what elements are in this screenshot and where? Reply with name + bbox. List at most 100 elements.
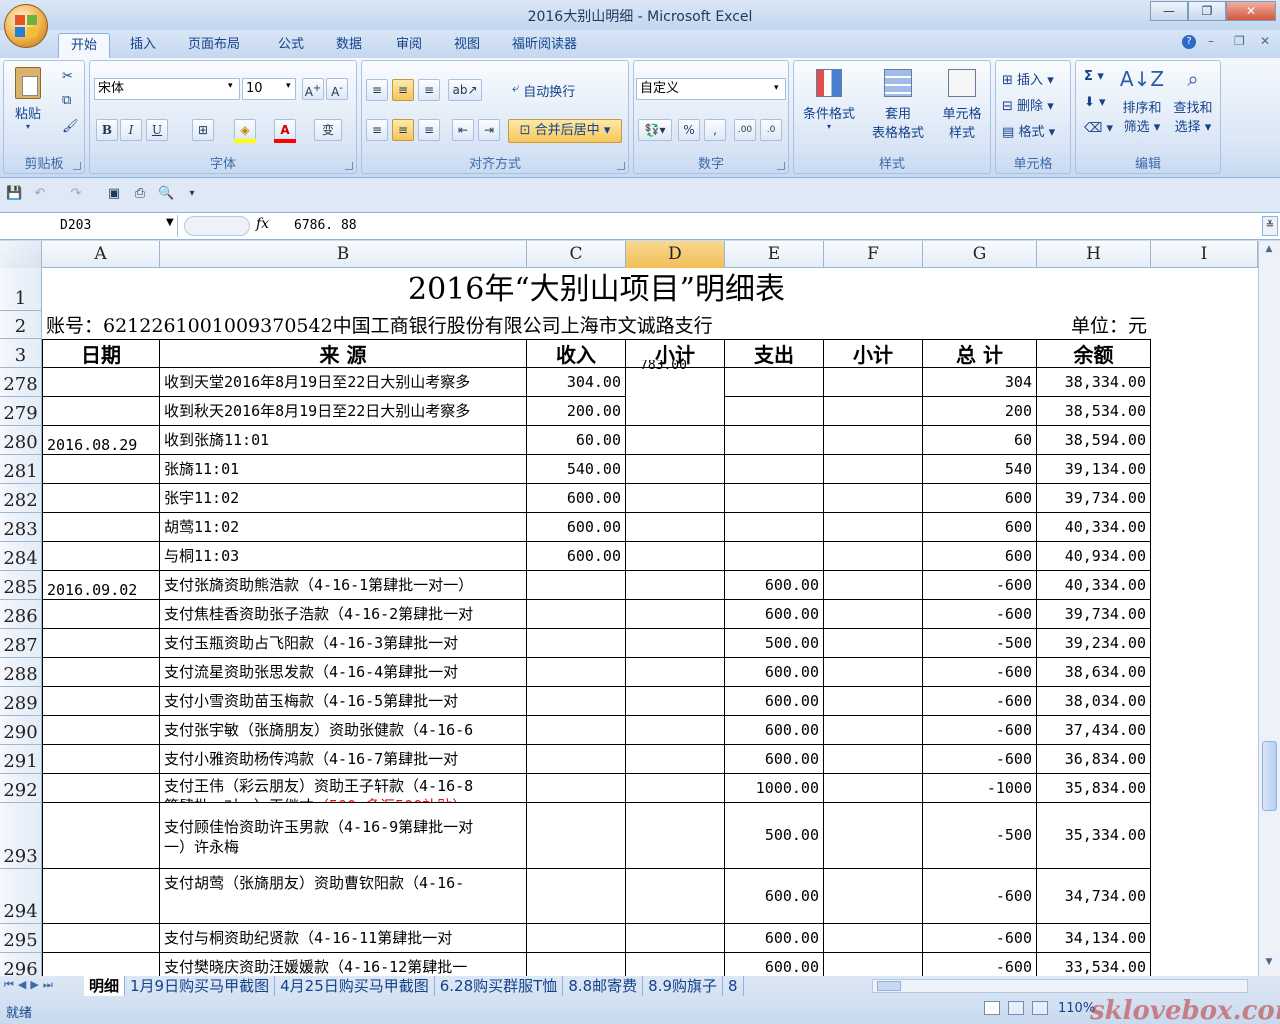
horizontal-scrollbar[interactable] bbox=[872, 979, 1248, 993]
source-cell[interactable]: 与桐11:03 bbox=[160, 542, 527, 571]
sheet-nav-icons[interactable]: ⏮◀▶⏭ bbox=[4, 978, 57, 992]
expense-subtotal-cell[interactable] bbox=[824, 953, 923, 976]
align-center-icon[interactable]: ≡ bbox=[392, 119, 414, 141]
sheet-tab[interactable]: 明细 bbox=[84, 976, 126, 996]
unit-label[interactable]: 单位：元 bbox=[1037, 311, 1151, 339]
total-cell[interactable]: 200 bbox=[923, 397, 1037, 426]
font-name-select[interactable]: 宋体 bbox=[94, 78, 240, 100]
conditional-formatting-button[interactable]: 条件格式 ▾ bbox=[798, 69, 860, 131]
date-cell[interactable] bbox=[42, 953, 160, 976]
expense-cell[interactable]: 500.00 bbox=[725, 629, 824, 658]
date-cell[interactable] bbox=[42, 397, 160, 426]
expense-cell[interactable]: 600.00 bbox=[725, 716, 824, 745]
source-cell[interactable]: 张宇11:02 bbox=[160, 484, 527, 513]
decrease-indent-icon[interactable]: ⇤ bbox=[452, 119, 474, 141]
expense-subtotal-cell[interactable] bbox=[824, 600, 923, 629]
spreadsheet-grid[interactable]: A B C D E F G H I 1 2 3 278 279 280 281 282 283 2… bbox=[0, 241, 1258, 976]
expense-subtotal-cell[interactable] bbox=[824, 745, 923, 774]
increase-decimal-icon[interactable]: .00 bbox=[734, 119, 756, 141]
sheet-title[interactable]: 2016年“大别山项目”明细表 bbox=[42, 268, 1151, 311]
header-income[interactable]: 收入 bbox=[527, 339, 626, 368]
sort-filter-button[interactable]: A↓Z 排序和 筛选 ▾ bbox=[1118, 67, 1166, 135]
expense-subtotal-cell[interactable] bbox=[824, 716, 923, 745]
total-cell[interactable]: -600 bbox=[923, 869, 1037, 924]
date-cell[interactable] bbox=[42, 658, 160, 687]
expense-cell[interactable] bbox=[725, 426, 824, 455]
top-align-icon[interactable]: ≡ bbox=[366, 79, 388, 101]
income-cell[interactable] bbox=[527, 571, 626, 600]
minimize-button[interactable]: — bbox=[1150, 1, 1188, 21]
income-cell[interactable] bbox=[527, 953, 626, 976]
balance-cell[interactable]: 38,334.00 bbox=[1037, 368, 1151, 397]
wrap-text-button[interactable]: ⤶ 自动换行 bbox=[512, 81, 575, 100]
income-subtotal-cell[interactable] bbox=[626, 368, 725, 397]
insert-function-icon[interactable]: fx bbox=[256, 216, 269, 232]
fill-color-icon[interactable]: ◈ bbox=[234, 119, 256, 141]
total-cell[interactable]: 600 bbox=[923, 484, 1037, 513]
save-icon[interactable]: 💾 bbox=[6, 186, 22, 202]
scroll-thumb[interactable] bbox=[1262, 741, 1277, 811]
vertical-scrollbar[interactable]: ▲ ▼ bbox=[1258, 241, 1280, 976]
grow-font-icon[interactable]: A+ bbox=[302, 78, 324, 100]
sheet-tab[interactable]: 6.28购买群服T恤 bbox=[435, 976, 564, 996]
income-subtotal-cell[interactable] bbox=[626, 426, 725, 455]
tab-foxit-reader[interactable]: 福昕阅读器 bbox=[500, 33, 589, 58]
source-cell[interactable]: 支付焦桂香资助张子浩款（4-16-2第肆批一对 bbox=[160, 600, 527, 629]
normal-view-icon[interactable] bbox=[984, 1001, 1000, 1015]
income-subtotal-cell[interactable] bbox=[626, 629, 725, 658]
total-cell[interactable]: 60 bbox=[923, 426, 1037, 455]
income-subtotal-cell[interactable] bbox=[626, 542, 725, 571]
balance-cell[interactable]: 39,234.00 bbox=[1037, 629, 1151, 658]
date-cell[interactable] bbox=[42, 774, 160, 803]
customize-qat-icon[interactable]: ▾ bbox=[184, 186, 200, 202]
expense-cell[interactable] bbox=[725, 513, 824, 542]
undo-icon[interactable]: ↶ bbox=[32, 186, 48, 202]
expense-subtotal-cell[interactable] bbox=[824, 629, 923, 658]
total-cell[interactable]: -600 bbox=[923, 600, 1037, 629]
fill-icon[interactable]: ⬇ ▾ bbox=[1084, 95, 1106, 110]
expense-subtotal-cell[interactable] bbox=[824, 484, 923, 513]
balance-cell[interactable]: 39,734.00 bbox=[1037, 484, 1151, 513]
source-cell[interactable]: 收到天堂2016年8月19日至22日大别山考察多 bbox=[160, 368, 527, 397]
source-cell[interactable]: 支付玉瓶资助占飞阳款（4-16-3第肆批一对 bbox=[160, 629, 527, 658]
date-cell[interactable] bbox=[42, 745, 160, 774]
income-subtotal-cell[interactable] bbox=[626, 513, 725, 542]
expense-cell[interactable] bbox=[725, 368, 824, 397]
expense-subtotal-cell[interactable] bbox=[824, 513, 923, 542]
income-subtotal-cell[interactable] bbox=[626, 716, 725, 745]
insert-cells-button[interactable]: ⊞ 插入 ▾ bbox=[1002, 69, 1054, 88]
total-cell[interactable]: -1000 bbox=[923, 774, 1037, 803]
income-cell[interactable]: 600.00 bbox=[527, 513, 626, 542]
balance-cell[interactable]: 36,834.00 bbox=[1037, 745, 1151, 774]
total-cell[interactable]: -600 bbox=[923, 953, 1037, 976]
underline-button[interactable]: U bbox=[146, 119, 168, 141]
print-icon[interactable]: ⎙ bbox=[132, 186, 148, 202]
align-right-icon[interactable]: ≡ bbox=[418, 119, 440, 141]
expense-subtotal-cell[interactable] bbox=[824, 542, 923, 571]
expense-cell[interactable]: 600.00 bbox=[725, 869, 824, 924]
ribbon-close-icon[interactable]: ✕ bbox=[1260, 34, 1270, 48]
increase-indent-icon[interactable]: ⇥ bbox=[478, 119, 500, 141]
income-cell[interactable] bbox=[527, 745, 626, 774]
expense-cell[interactable] bbox=[725, 484, 824, 513]
expense-subtotal-cell[interactable] bbox=[824, 803, 923, 869]
page-break-view-icon[interactable] bbox=[1032, 1001, 1048, 1015]
income-cell[interactable]: 200.00 bbox=[527, 397, 626, 426]
income-cell[interactable] bbox=[527, 716, 626, 745]
income-cell[interactable]: 540.00 bbox=[527, 455, 626, 484]
date-cell[interactable] bbox=[42, 924, 160, 953]
expense-subtotal-cell[interactable] bbox=[824, 368, 923, 397]
income-subtotal-cell[interactable] bbox=[626, 484, 725, 513]
income-cell[interactable]: 600.00 bbox=[527, 484, 626, 513]
expense-cell[interactable]: 500.00 bbox=[725, 803, 824, 869]
source-cell[interactable]: 支付张宇敏（张旖朋友）资助张健款（4-16-6 bbox=[160, 716, 527, 745]
expense-cell[interactable]: 600.00 bbox=[725, 745, 824, 774]
income-subtotal-cell[interactable] bbox=[626, 687, 725, 716]
account-info[interactable]: 账号：6212261001009370542中国工商银行股份有限公司上海市文诚路… bbox=[42, 311, 942, 339]
header-source[interactable]: 来 源 bbox=[160, 339, 527, 368]
expense-cell[interactable] bbox=[725, 397, 824, 426]
date-cell[interactable] bbox=[42, 368, 160, 397]
income-cell[interactable] bbox=[527, 803, 626, 869]
number-format-select[interactable]: 自定义 bbox=[636, 78, 786, 100]
close-button[interactable]: ✕ bbox=[1226, 1, 1276, 21]
